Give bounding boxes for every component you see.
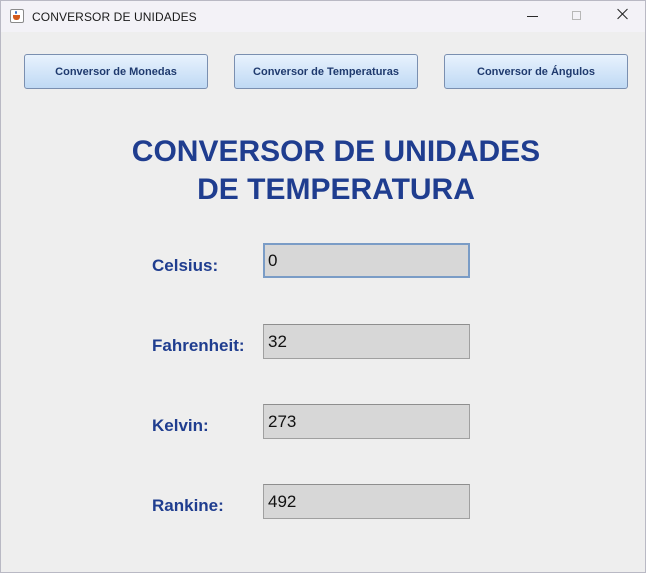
- page-title-line2: DE TEMPERATURA: [197, 173, 475, 206]
- window-title: CONVERSOR DE UNIDADES: [32, 10, 197, 24]
- app-window: CONVERSOR DE UNIDADES Conversor de Moned…: [0, 0, 646, 573]
- page-title-line1: CONVERSOR DE UNIDADES: [131, 135, 541, 168]
- fahrenheit-input[interactable]: [263, 324, 470, 359]
- currency-converter-button[interactable]: Conversor de Monedas: [24, 54, 208, 89]
- page-title: CONVERSOR DE UNIDADES DE TEMPERATURA: [101, 133, 571, 209]
- fahrenheit-label: Fahrenheit:: [152, 336, 245, 355]
- minimize-button[interactable]: [509, 1, 555, 32]
- kelvin-input[interactable]: [263, 404, 470, 439]
- java-cup-icon: [10, 9, 24, 23]
- angles-converter-button[interactable]: Conversor de Ángulos: [444, 54, 628, 89]
- celsius-input[interactable]: [263, 243, 470, 278]
- celsius-label: Celsius:: [152, 256, 219, 275]
- title-bar[interactable]: CONVERSOR DE UNIDADES: [1, 1, 645, 32]
- close-button[interactable]: [599, 1, 645, 32]
- temperature-converter-button[interactable]: Conversor de Temperaturas: [234, 54, 418, 89]
- rankine-label: Rankine:: [152, 496, 224, 515]
- maximize-button[interactable]: [554, 1, 600, 32]
- minimize-icon: [527, 16, 538, 17]
- rankine-input[interactable]: [263, 484, 470, 519]
- close-icon: [616, 7, 630, 21]
- kelvin-label: Kelvin:: [152, 416, 209, 435]
- maximize-icon: [572, 11, 581, 20]
